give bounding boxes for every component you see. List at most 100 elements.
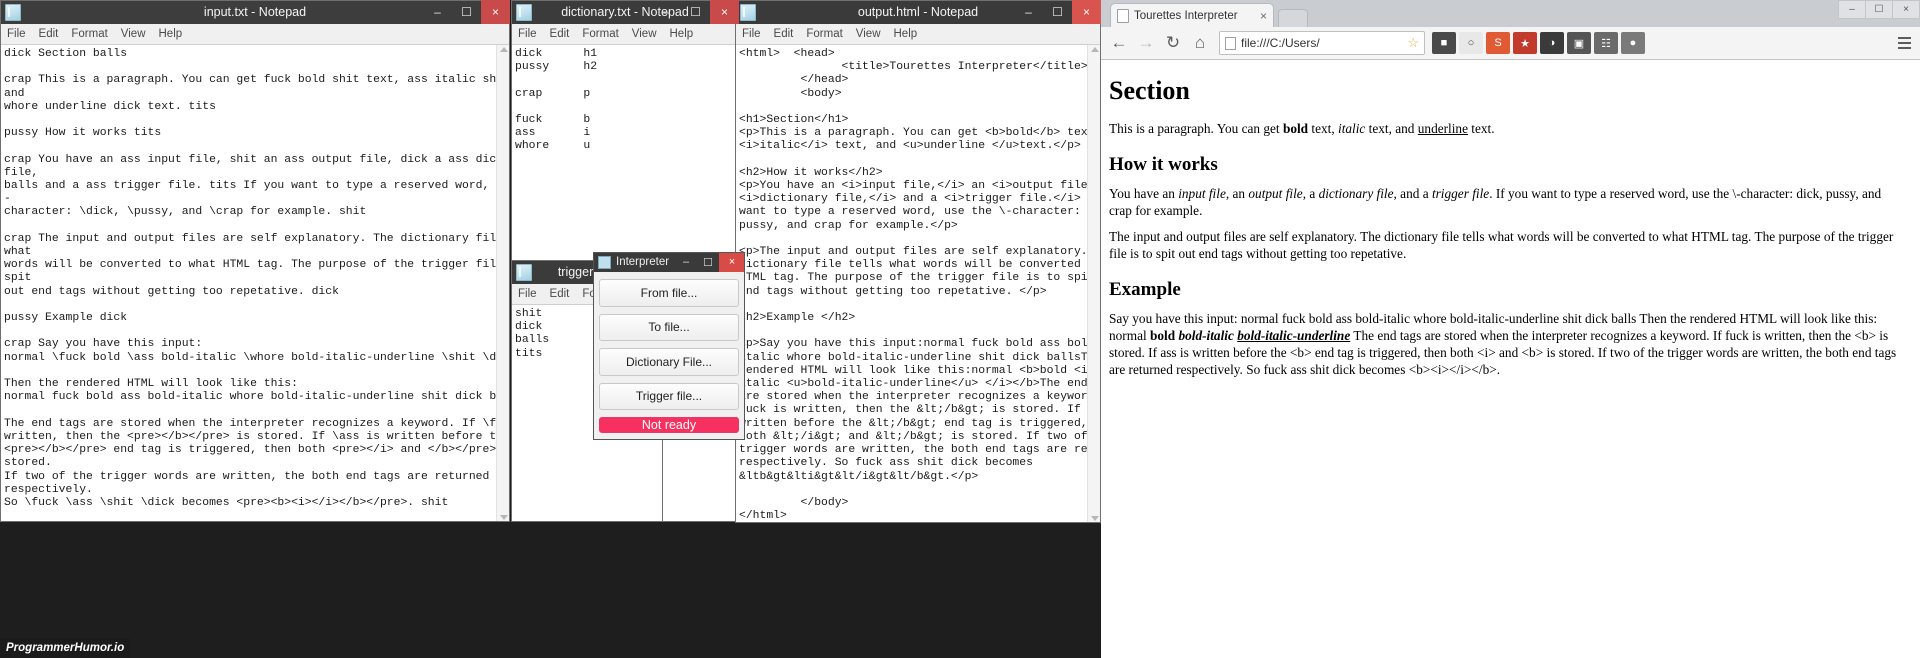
camera-extension-icon[interactable]: ▣ [1567, 32, 1591, 54]
close-button[interactable]: × [1892, 0, 1920, 19]
menu-view[interactable]: View [121, 28, 146, 40]
minimize-button[interactable]: – [1838, 0, 1866, 19]
menubar[interactable]: File Edit Format View Help [511, 24, 739, 45]
menu-view[interactable]: View [856, 28, 881, 40]
text-area[interactable]: dick Section balls crap This is a paragr… [0, 45, 510, 510]
home-icon[interactable]: ⌂ [1188, 31, 1212, 55]
menu-format[interactable]: Format [582, 28, 618, 40]
paragraph-example: Say you have this input: normal fuck bol… [1109, 310, 1902, 378]
menu-file[interactable]: File [7, 28, 26, 40]
menu-help[interactable]: Help [670, 28, 694, 40]
adblock-extension-icon[interactable]: ■ [1432, 32, 1456, 54]
titlebar-interpreter[interactable]: Interpreter – ☐ × [593, 252, 745, 272]
window-input-txt[interactable]: input.txt - Notepad – ☐ × File Edit Form… [0, 0, 510, 522]
globe-extension-icon[interactable]: ● [1621, 32, 1645, 54]
close-tab-icon[interactable]: × [1250, 9, 1267, 23]
browser-toolbar[interactable]: ← → ↻ ⌂ file:///C:/Users/ ☆ ■ ○ S ★ ◑ ▣ … [1101, 27, 1920, 60]
menu-format[interactable]: Format [71, 28, 107, 40]
paragraph-intro: This is a paragraph. You can get bold te… [1109, 120, 1902, 137]
new-tab-button[interactable] [1278, 9, 1308, 27]
maximize-button[interactable]: ☐ [452, 0, 481, 24]
text-area[interactable]: <html> <head> <title>Tourettes Interpret… [735, 45, 1101, 523]
text: , and a [1393, 186, 1432, 201]
tab-strip[interactable]: Tourettes Interpreter × – ☐ × [1101, 0, 1920, 27]
menu-view[interactable]: View [632, 28, 657, 40]
bold-group: bold bold-italic bold-italic-underline [1150, 328, 1350, 343]
maximize-button[interactable]: ☐ [681, 0, 710, 24]
menu-file[interactable]: File [742, 28, 761, 40]
menu-edit[interactable]: Edit [774, 28, 794, 40]
url-text: file:///C:/Users/ [1241, 36, 1320, 50]
notepad-icon [740, 3, 756, 21]
menu-edit[interactable]: Edit [550, 28, 570, 40]
from-file-button[interactable]: From file... [599, 279, 739, 307]
rendered-page: Section This is a paragraph. You can get… [1101, 60, 1920, 658]
chrome-menu-icon[interactable] [1894, 33, 1914, 53]
minimize-button[interactable]: – [675, 252, 697, 272]
menu-file[interactable]: File [518, 288, 537, 300]
close-button[interactable]: × [719, 252, 745, 272]
clock-extension-icon[interactable]: ○ [1459, 32, 1483, 54]
address-bar[interactable]: file:///C:/Users/ ☆ [1219, 31, 1425, 55]
titlebar-dictionary-txt[interactable]: dictionary.txt - Notepad – ☐ × [511, 0, 739, 24]
italic-text: trigger file [1431, 186, 1490, 201]
desktop-background [0, 522, 1101, 658]
tab-label: Tourettes Interpreter [1134, 9, 1238, 22]
menu-file[interactable]: File [518, 28, 537, 40]
titlebar-input-txt[interactable]: input.txt - Notepad – ☐ × [0, 0, 510, 24]
menu-edit[interactable]: Edit [39, 28, 59, 40]
dialog-title: Interpreter [616, 256, 670, 268]
mask-extension-icon[interactable]: ◑ [1540, 32, 1564, 54]
reload-icon[interactable]: ↻ [1161, 31, 1185, 55]
maximize-button[interactable]: ☐ [1865, 0, 1893, 19]
menu-edit[interactable]: Edit [550, 288, 570, 300]
lastpass-extension-icon[interactable]: ★ [1513, 32, 1537, 54]
menubar[interactable]: File Edit Format View Help [0, 24, 510, 45]
text: text. [1467, 121, 1495, 136]
stumbleupon-extension-icon[interactable]: S [1486, 32, 1510, 54]
minimize-button[interactable]: – [652, 0, 681, 24]
vertical-scrollbar[interactable] [496, 45, 510, 522]
to-file-button[interactable]: To file... [599, 313, 739, 341]
close-button[interactable]: × [710, 0, 739, 24]
page-heading-how-it-works: How it works [1109, 154, 1218, 175]
maximize-button[interactable]: ☐ [697, 252, 719, 272]
page-icon [1117, 8, 1129, 23]
trigger-file-button[interactable]: Trigger file... [599, 382, 739, 410]
vertical-scrollbar[interactable] [1087, 45, 1101, 523]
forward-icon[interactable]: → [1134, 31, 1158, 55]
watermark: ProgrammerHumor.io [0, 638, 131, 658]
bookmark-star-icon[interactable]: ☆ [1407, 35, 1419, 51]
settings-extension-icon[interactable]: ☷ [1594, 32, 1618, 54]
menubar[interactable]: File Edit Format View Help [735, 24, 1101, 45]
text: , an [1225, 186, 1249, 201]
bold-italic-group: bold-italic bold-italic-underline [1178, 328, 1350, 343]
minimize-button[interactable]: – [1014, 0, 1043, 24]
window-interpreter-dialog[interactable]: Interpreter – ☐ × From file... To file..… [593, 252, 745, 440]
bold-italic-underline-text: bold-italic-underline [1237, 328, 1351, 343]
menu-format[interactable]: Format [806, 28, 842, 40]
menu-help[interactable]: Help [894, 28, 918, 40]
window-controls[interactable]: – ☐ × [1838, 0, 1920, 19]
menu-help[interactable]: Help [159, 28, 183, 40]
close-button[interactable]: × [481, 0, 510, 24]
text-area[interactable]: dick h1 pussy h2 crap p fuck b ass i who… [511, 45, 739, 154]
paragraph-explanatory: The input and output files are self expl… [1109, 229, 1894, 261]
italic-text: input file [1178, 186, 1226, 201]
notepad-icon [516, 3, 532, 21]
maximize-button[interactable]: ☐ [1043, 0, 1072, 24]
text: This is a paragraph. You can get [1109, 121, 1283, 136]
minimize-button[interactable]: – [423, 0, 452, 24]
bold-italic-text: bold-italic [1178, 328, 1238, 343]
window-output-html[interactable]: output.html - Notepad – ☐ × File Edit Fo… [735, 0, 1101, 523]
tab-tourettes-interpreter[interactable]: Tourettes Interpreter × [1110, 3, 1274, 27]
titlebar-output-html[interactable]: output.html - Notepad – ☐ × [735, 0, 1101, 24]
window-chrome-browser[interactable]: Tourettes Interpreter × – ☐ × ← → ↻ ⌂ fi… [1101, 0, 1920, 658]
page-icon [1225, 36, 1236, 50]
text: You have an [1109, 186, 1179, 201]
page-heading-section: Section [1109, 76, 1190, 105]
close-button[interactable]: × [1072, 0, 1101, 24]
dictionary-file-button[interactable]: Dictionary File... [599, 348, 739, 376]
paragraph-how-it-works: You have an input file, an output file, … [1109, 185, 1902, 219]
back-icon[interactable]: ← [1107, 31, 1131, 55]
